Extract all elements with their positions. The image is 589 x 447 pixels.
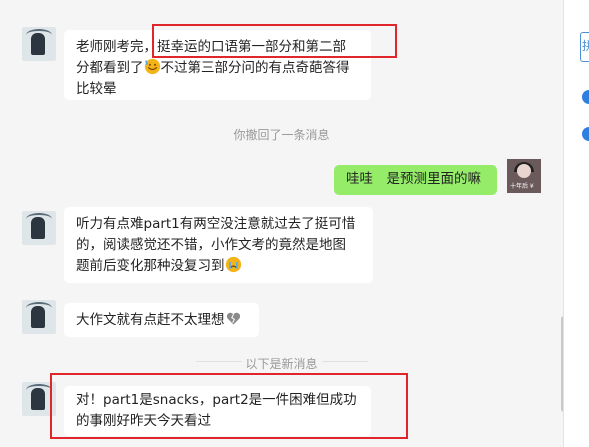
info-dot-icon[interactable]	[582, 127, 589, 141]
message-bubble[interactable]: 对！part1是snacks，part2是一件困难但成功 的事刚好昨天今天看过	[64, 386, 371, 436]
message-line: 听力有点难part1有两空没注意就过去了挺可惜	[76, 216, 356, 232]
info-dot-icon[interactable]	[582, 90, 589, 104]
message-line: 的，阅读感觉还不错，小作文考的竟然是地图	[76, 237, 346, 253]
my-avatar[interactable]: 十年后 ¥	[507, 159, 541, 193]
recall-notice: 你撤回了一条消息	[233, 128, 330, 142]
message-bubble[interactable]: 大作文就有点赶不太理想	[64, 303, 259, 337]
crying-emoji	[225, 256, 241, 273]
message-line: 的事刚好昨天今天看过	[76, 413, 211, 429]
right-sidebar: 拼	[563, 0, 589, 447]
contact-avatar[interactable]	[22, 27, 56, 61]
message-bubble[interactable]: 听力有点难part1有两空没注意就过去了挺可惜 的，阅读感觉还不错，小作文考的竟…	[64, 207, 373, 283]
my-message-bubble[interactable]: 哇哇 是预测里面的嘛	[334, 165, 497, 195]
message-bubble[interactable]: 老师刚考完，挺幸运的口语第一部分和第二部 分都看到了 不过第三部分问的有点奇葩答得…	[64, 30, 371, 100]
contact-avatar[interactable]	[22, 382, 56, 416]
sidebar-tab[interactable]: 拼	[580, 32, 589, 62]
message-line: 老师刚考完，挺幸运的口语第一部分和第二部	[76, 39, 346, 55]
message-line: 分都看到了 不过第三部分问的有点奇葩答得	[76, 58, 350, 76]
message-line: 对！part1是snacks，part2是一件困难但成功	[76, 392, 357, 408]
new-messages-divider: 以下是新消息	[245, 357, 318, 371]
chat-panel: 老师刚考完，挺幸运的口语第一部分和第二部 分都看到了 不过第三部分问的有点奇葩答得…	[0, 0, 563, 447]
broken-heart-emoji	[226, 312, 240, 325]
contact-avatar[interactable]	[22, 211, 56, 245]
sweat-smile-emoji	[144, 58, 160, 75]
message-line: 大作文就有点赶不太理想	[76, 310, 247, 331]
divider-line	[322, 361, 368, 362]
contact-avatar[interactable]	[22, 300, 56, 334]
message-line: 题前后变化那种没复习到	[76, 256, 361, 277]
message-line: 比较晕	[76, 81, 117, 97]
